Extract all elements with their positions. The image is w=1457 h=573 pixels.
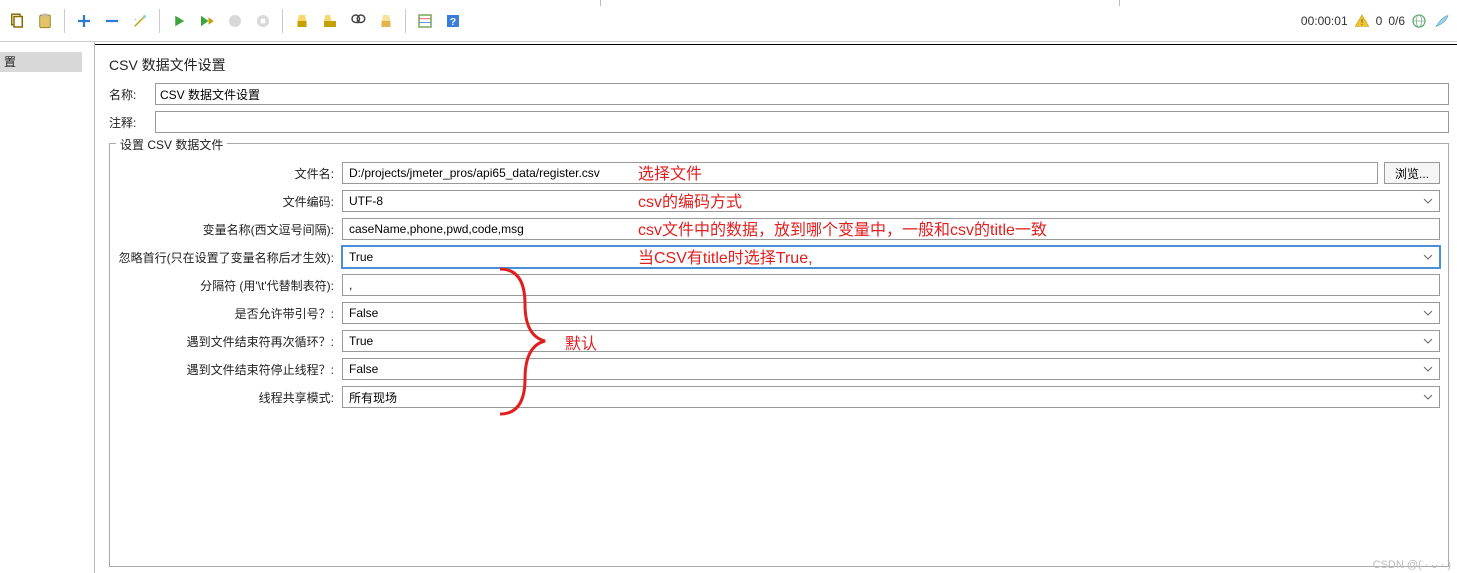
left-tree-panel[interactable]: 置 — [0, 42, 95, 573]
filename-input[interactable] — [342, 162, 1378, 184]
encoding-label: 文件编码: — [118, 193, 336, 210]
clear-all-icon[interactable] — [319, 10, 341, 32]
svg-text:!: ! — [1361, 18, 1363, 27]
stop-icon[interactable] — [224, 10, 246, 32]
ignore-first-label: 忽略首行(只在设置了变量名称后才生效): — [118, 249, 336, 266]
feather-icon — [1433, 13, 1451, 29]
csv-fieldset: 设置 CSV 数据文件 文件名: 浏览... 选择文件 文件编码: csv的编码… — [109, 143, 1449, 567]
stop-thread-label: 遇到文件结束符停止线程？: — [118, 361, 336, 378]
reset-search-icon[interactable] — [375, 10, 397, 32]
comment-label: 注释: — [109, 114, 149, 131]
chevron-down-icon — [1423, 308, 1433, 318]
delimiter-input[interactable] — [342, 274, 1440, 296]
encoding-select[interactable] — [342, 190, 1440, 212]
thread-count: 0/6 — [1388, 14, 1405, 28]
panel-title: CSV 数据文件设置 — [109, 51, 1449, 83]
recycle-select[interactable] — [342, 330, 1440, 352]
name-label: 名称: — [109, 86, 149, 103]
stop-all-icon[interactable] — [252, 10, 274, 32]
paste-icon[interactable] — [34, 10, 56, 32]
varnames-label: 变量名称(西文逗号间隔): — [118, 221, 336, 238]
globe-icon — [1411, 13, 1427, 29]
csv-config-panel: CSV 数据文件设置 名称: 注释: 设置 CSV 数据文件 文件名: 浏览..… — [95, 45, 1457, 573]
ignore-first-select[interactable] — [342, 246, 1440, 268]
recycle-label: 遇到文件结束符再次循环？: — [118, 333, 336, 350]
varnames-input[interactable] — [342, 218, 1440, 240]
wand-icon[interactable] — [129, 10, 151, 32]
browse-button[interactable]: 浏览... — [1384, 162, 1440, 184]
search-icon[interactable] — [347, 10, 369, 32]
share-mode-select[interactable] — [342, 386, 1440, 408]
play-icon[interactable] — [168, 10, 190, 32]
comment-input[interactable] — [155, 111, 1449, 133]
allow-quoted-label: 是否允许带引号？: — [118, 305, 336, 322]
warn-count: 0 — [1376, 14, 1383, 28]
plus-icon[interactable] — [73, 10, 95, 32]
svg-text:?: ? — [450, 15, 456, 27]
copy-icon[interactable] — [6, 10, 28, 32]
toolbar: ? 00:00:01 ! 0 0/6 — [0, 0, 1457, 42]
chevron-down-icon — [1423, 364, 1433, 374]
filename-label: 文件名: — [118, 165, 336, 182]
timer-text: 00:00:01 — [1301, 14, 1348, 28]
stop-thread-select[interactable] — [342, 358, 1440, 380]
play-continue-icon[interactable] — [196, 10, 218, 32]
share-mode-label: 线程共享模式: — [118, 389, 336, 406]
tree-selected-item[interactable]: 置 — [0, 52, 82, 72]
warning-icon: ! — [1354, 13, 1370, 29]
help-icon[interactable]: ? — [442, 10, 464, 32]
delimiter-label: 分隔符 (用'\t'代替制表符): — [118, 277, 336, 294]
function-helper-icon[interactable] — [414, 10, 436, 32]
fieldset-legend: 设置 CSV 数据文件 — [116, 136, 227, 153]
chevron-down-icon — [1423, 196, 1433, 206]
name-input[interactable] — [155, 83, 1449, 105]
minus-icon[interactable] — [101, 10, 123, 32]
top-divider — [600, 0, 1120, 6]
chevron-down-icon — [1423, 392, 1433, 402]
allow-quoted-select[interactable] — [342, 302, 1440, 324]
chevron-down-icon — [1423, 336, 1433, 346]
clear-icon[interactable] — [291, 10, 313, 32]
chevron-down-icon — [1423, 252, 1433, 262]
watermark: CSDN @( · ᴗ · ) — [1373, 559, 1451, 571]
